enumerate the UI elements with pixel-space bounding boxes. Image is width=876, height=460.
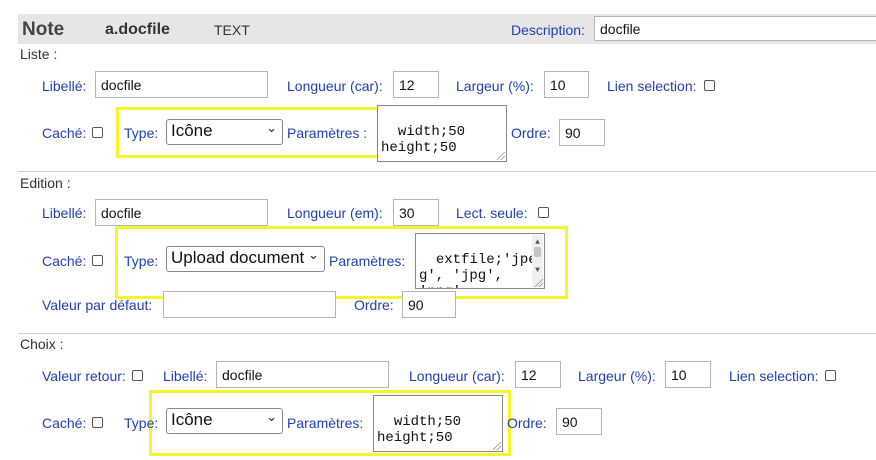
edition-type-label: Type:	[124, 253, 159, 269]
edition-ordre-label: Ordre:	[354, 297, 394, 313]
liste-type-label: Type:	[124, 125, 159, 141]
chevron-down-icon: ⌄	[266, 409, 277, 424]
liste-largeur-input[interactable]	[544, 71, 589, 98]
edition-lect-checkbox[interactable]	[538, 207, 549, 218]
edition-cache-label: Caché:	[42, 253, 87, 269]
chevron-down-icon: ⌄	[308, 247, 319, 262]
liste-libelle-input[interactable]	[95, 71, 268, 98]
field-name: a.docfile	[105, 21, 170, 38]
edition-parametres-value: extfile;'jpe g', 'jpg', 'png',	[419, 252, 537, 288]
choix-type-label: Type:	[124, 415, 159, 431]
edition-longueur-input[interactable]	[393, 199, 439, 226]
scroll-thumb[interactable]	[534, 247, 541, 257]
choix-lien-label: Lien selection:	[729, 368, 819, 384]
choix-largeur-input[interactable]	[665, 361, 711, 388]
liste-longueur-input[interactable]	[393, 71, 439, 98]
liste-lien-label: Lien selection:	[607, 78, 697, 94]
choix-largeur-label: Largeur (%):	[578, 368, 656, 384]
liste-parametres-textarea[interactable]: width;50 height;50	[377, 105, 507, 162]
choix-libelle-label: Libellé:	[163, 368, 208, 384]
liste-parametres-value: width;50 height;50	[381, 124, 466, 156]
edition-lect-label: Lect. seule:	[456, 205, 528, 221]
resize-grip-icon[interactable]	[535, 279, 543, 287]
resize-grip-icon[interactable]	[493, 442, 501, 450]
choix-ordre-input[interactable]	[556, 408, 602, 435]
edition-longueur-label: Longueur (em):	[287, 205, 383, 221]
liste-type-select[interactable]: Icône ⌄	[166, 119, 283, 145]
liste-parametres-label: Paramètres :	[287, 125, 368, 141]
choix-parametres-value: width;50 height;50	[377, 414, 462, 446]
description-input[interactable]	[594, 16, 876, 41]
liste-cache-checkbox[interactable]	[92, 127, 103, 138]
choix-ordre-label: Ordre:	[507, 415, 547, 431]
description-label: Description:	[511, 22, 585, 38]
divider	[18, 171, 876, 172]
divider	[18, 333, 876, 334]
liste-longueur-label: Longueur (car):	[287, 78, 383, 94]
choix-valeur-retour-label: Valeur retour:	[42, 368, 126, 384]
choix-libelle-input[interactable]	[216, 361, 389, 388]
liste-type-value: Icône	[171, 121, 213, 140]
section-edition-label: Edition :	[20, 175, 71, 191]
liste-ordre-input[interactable]	[559, 119, 605, 146]
edition-libelle-input[interactable]	[95, 199, 268, 226]
choix-type-value: Icône	[171, 410, 213, 429]
edition-libelle-label: Libellé:	[42, 205, 87, 221]
section-choix-label: Choix :	[20, 336, 64, 352]
resize-grip-icon[interactable]	[497, 152, 505, 160]
edition-valeur-label: Valeur par défaut:	[42, 297, 153, 313]
edition-ordre-input[interactable]	[402, 291, 456, 318]
section-liste-label: Liste :	[20, 46, 58, 62]
edition-parametres-textarea[interactable]: extfile;'jpe g', 'jpg', 'png', ▲ ▼	[415, 233, 545, 289]
choix-longueur-label: Longueur (car):	[409, 368, 505, 384]
choix-parametres-textarea[interactable]: width;50 height;50	[373, 395, 503, 452]
edition-parametres-label: Paramètres:	[329, 253, 406, 269]
page-title: Note	[22, 19, 65, 40]
scroll-down-icon[interactable]: ▼	[532, 263, 543, 279]
liste-largeur-label: Largeur (%):	[456, 78, 534, 94]
choix-valeur-retour-checkbox[interactable]	[132, 370, 143, 381]
choix-parametres-label: Paramètres:	[287, 415, 364, 431]
edition-cache-checkbox[interactable]	[92, 255, 103, 266]
edition-valeur-input[interactable]	[163, 291, 336, 318]
choix-longueur-input[interactable]	[515, 361, 561, 388]
choix-type-select[interactable]: Icône ⌄	[166, 408, 283, 434]
liste-libelle-label: Libellé:	[42, 78, 87, 94]
edition-type-select[interactable]: Upload document ⌄	[166, 246, 325, 272]
chevron-down-icon: ⌄	[266, 120, 277, 135]
choix-cache-label: Caché:	[42, 415, 87, 431]
edition-type-value: Upload document	[171, 248, 305, 267]
liste-ordre-label: Ordre:	[511, 125, 551, 141]
choix-cache-checkbox[interactable]	[92, 417, 103, 428]
choix-lien-checkbox[interactable]	[825, 370, 836, 381]
field-type: TEXT	[214, 22, 250, 38]
liste-cache-label: Caché:	[42, 125, 87, 141]
liste-lien-checkbox[interactable]	[704, 80, 715, 91]
